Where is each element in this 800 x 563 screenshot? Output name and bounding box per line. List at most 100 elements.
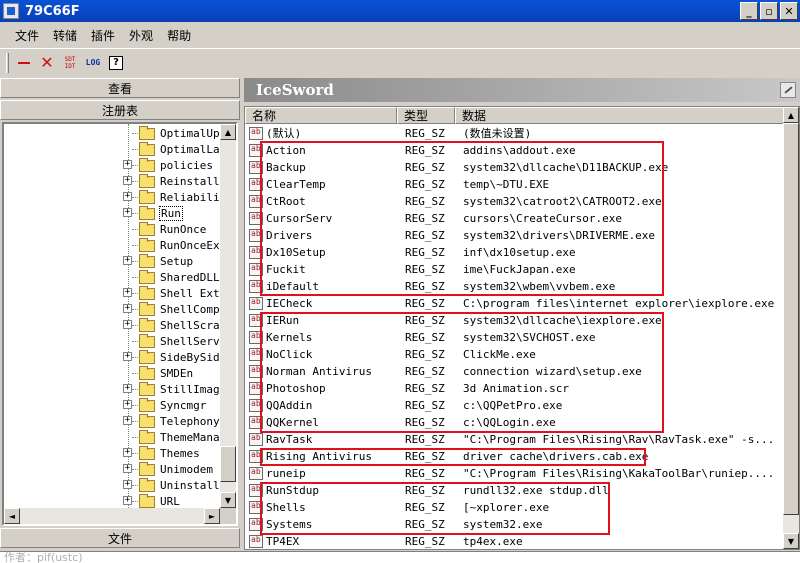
expand-icon[interactable]: +: [123, 320, 132, 329]
list-item[interactable]: Systems REG_SZ system32.exe: [245, 516, 785, 533]
expand-icon[interactable]: +: [123, 464, 132, 473]
tree-node-label[interactable]: Run: [159, 205, 183, 221]
list-vertical-scrollbar[interactable]: ▲ ▼: [783, 107, 799, 549]
title-bar[interactable]: 79C66F _ ▫ ✕: [0, 0, 800, 22]
tree-node[interactable]: + SideBySide: [4, 349, 227, 365]
expand-icon[interactable]: +: [123, 480, 132, 489]
list-item[interactable]: IERun REG_SZ system32\dllcache\iexplore.ex…: [245, 312, 785, 329]
toolbar-grip[interactable]: [6, 52, 9, 73]
column-name[interactable]: 名称: [245, 107, 397, 124]
expand-icon[interactable]: +: [123, 288, 132, 297]
list-item[interactable]: RavTask REG_SZ "C:\Program Files\Rising\Ra…: [245, 431, 785, 448]
expand-icon[interactable]: +: [123, 416, 132, 425]
tree-node-label[interactable]: Setup: [159, 255, 194, 268]
tree-node[interactable]: + Shell Exten: [4, 285, 233, 301]
file-button[interactable]: 文件: [0, 528, 240, 548]
scroll-up-icon[interactable]: ▲: [220, 124, 236, 140]
tree-node[interactable]: + Reinstall: [4, 173, 224, 189]
tree-node-label[interactable]: Themes: [159, 447, 201, 460]
tree-node[interactable]: OptimalUpdat: [4, 125, 236, 141]
expand-icon[interactable]: +: [123, 176, 132, 185]
collapse-button[interactable]: [13, 52, 35, 74]
list-item[interactable]: Dx10Setup REG_SZ inf\dx10setup.exe: [245, 244, 785, 261]
sdt-idt-button[interactable]: SDT IDT: [59, 52, 81, 74]
expand-icon[interactable]: +: [123, 352, 132, 361]
corner-icon[interactable]: [780, 82, 796, 98]
tree-node-label[interactable]: SharedDLLs: [159, 271, 227, 284]
menu-plugins[interactable]: 插件: [84, 27, 122, 44]
list-item[interactable]: Action REG_SZ addins\addout.exe: [245, 142, 785, 159]
log-button[interactable]: LOG: [82, 52, 104, 74]
tree-node[interactable]: + Syncmgr: [4, 397, 224, 413]
list-item[interactable]: Norman Antivirus REG_SZ connection wizard\…: [245, 363, 785, 380]
menu-dump[interactable]: 转储: [46, 27, 84, 44]
list-item[interactable]: Photoshop REG_SZ 3d Animation.scr: [245, 380, 785, 397]
tree-node[interactable]: + ShellScrap: [4, 317, 227, 333]
list-item[interactable]: RunStdup REG_SZ rundll32.exe stdup.dll: [245, 482, 785, 499]
list-item[interactable]: Fuckit REG_SZ ime\FuckJapan.exe: [245, 261, 785, 278]
scroll-left-icon[interactable]: ◄: [4, 508, 20, 524]
tree-node-label[interactable]: policies: [159, 159, 214, 172]
list-item[interactable]: IECheck REG_SZ C:\program files\internet e…: [245, 295, 785, 312]
expand-icon[interactable]: +: [123, 448, 132, 457]
list-item[interactable]: Backup REG_SZ system32\dllcache\D11BACKUP.…: [245, 159, 785, 176]
menu-help[interactable]: 帮助: [160, 27, 198, 44]
tree-node-label[interactable]: ShellScrap: [159, 319, 227, 332]
minimize-button[interactable]: _: [740, 2, 758, 20]
tree-node-label[interactable]: Uninstall: [159, 479, 221, 492]
list-item[interactable]: QQAddin REG_SZ c:\QQPetPro.exe: [245, 397, 785, 414]
tree-node-label[interactable]: URL: [159, 495, 181, 508]
tree-node[interactable]: ThemeManage: [4, 429, 233, 445]
tree-node-label[interactable]: SideBySide: [159, 351, 227, 364]
delete-button[interactable]: ✕: [36, 52, 58, 74]
tree-node-label[interactable]: RunOnce: [159, 223, 207, 236]
expand-icon[interactable]: +: [123, 384, 132, 393]
list-item[interactable]: Shells REG_SZ [~xplorer.exe: [245, 499, 785, 516]
tree-node[interactable]: + StillImage: [4, 381, 227, 397]
tree-node[interactable]: SharedDLLs: [4, 269, 227, 285]
tree-node[interactable]: + policies: [4, 157, 224, 173]
help-button[interactable]: ?: [105, 52, 127, 74]
list-item[interactable]: Drivers REG_SZ system32\drivers\DRIVERME.e…: [245, 227, 785, 244]
tree-node[interactable]: OptimalLayo: [4, 141, 233, 157]
tree-node-label[interactable]: Syncmgr: [159, 399, 207, 412]
tree-node[interactable]: + URL: [4, 493, 224, 509]
tree-node[interactable]: ShellServic: [4, 333, 233, 349]
view-button[interactable]: 查看: [0, 78, 240, 98]
tree-node-label[interactable]: SMDEn: [159, 367, 194, 380]
list-item[interactable]: Rising Antivirus REG_SZ driver cache\drive…: [245, 448, 785, 465]
column-type[interactable]: 类型: [397, 107, 455, 124]
column-data[interactable]: 数据: [455, 107, 785, 124]
list-scroll-up-icon[interactable]: ▲: [783, 107, 799, 123]
list-item[interactable]: runeip REG_SZ "C:\Program Files\Rising\Kak…: [245, 465, 785, 482]
list-item[interactable]: ClearTemp REG_SZ temp\~DTU.EXE: [245, 176, 785, 193]
tree-node-label[interactable]: RunOnceEx: [159, 239, 221, 252]
tree-node[interactable]: + Unimodem: [4, 461, 224, 477]
scroll-right-icon[interactable]: ►: [204, 508, 220, 524]
list-scroll-thumb[interactable]: [783, 123, 799, 515]
scroll-down-icon[interactable]: ▼: [220, 492, 236, 508]
close-button[interactable]: ✕: [780, 2, 798, 20]
expand-icon[interactable]: +: [123, 256, 132, 265]
tree-node[interactable]: + Reliability: [4, 189, 233, 205]
registry-tree[interactable]: OptimalUpdat OptimalLayo + policies + Reinsta…: [2, 122, 238, 526]
maximize-button[interactable]: ▫: [760, 2, 778, 20]
list-item[interactable]: TP4EX REG_SZ tp4ex.exe: [245, 533, 785, 549]
list-item[interactable]: QQKernel REG_SZ c:\QQLogin.exe: [245, 414, 785, 431]
expand-icon[interactable]: +: [123, 496, 132, 505]
expand-icon[interactable]: +: [123, 192, 132, 201]
expand-icon[interactable]: +: [123, 304, 132, 313]
tree-node[interactable]: + Uninstall: [4, 477, 224, 493]
tree-vertical-scrollbar[interactable]: ▲ ▼: [220, 124, 236, 508]
tree-node[interactable]: SMDEn: [4, 365, 224, 381]
list-item[interactable]: NoClick REG_SZ ClickMe.exe: [245, 346, 785, 363]
tree-node-label[interactable]: StillImage: [159, 383, 227, 396]
tree-node-label[interactable]: Reinstall: [159, 175, 221, 188]
tree-node-label[interactable]: Unimodem: [159, 463, 214, 476]
menu-appearance[interactable]: 外观: [122, 27, 160, 44]
tree-node[interactable]: + ShellCompat: [4, 301, 233, 317]
menu-file[interactable]: 文件: [8, 27, 46, 44]
list-item[interactable]: CursorServ REG_SZ cursors\CreateCursor.exe: [245, 210, 785, 227]
registry-button[interactable]: 注册表: [0, 100, 240, 120]
tree-node[interactable]: + Run: [4, 205, 224, 221]
